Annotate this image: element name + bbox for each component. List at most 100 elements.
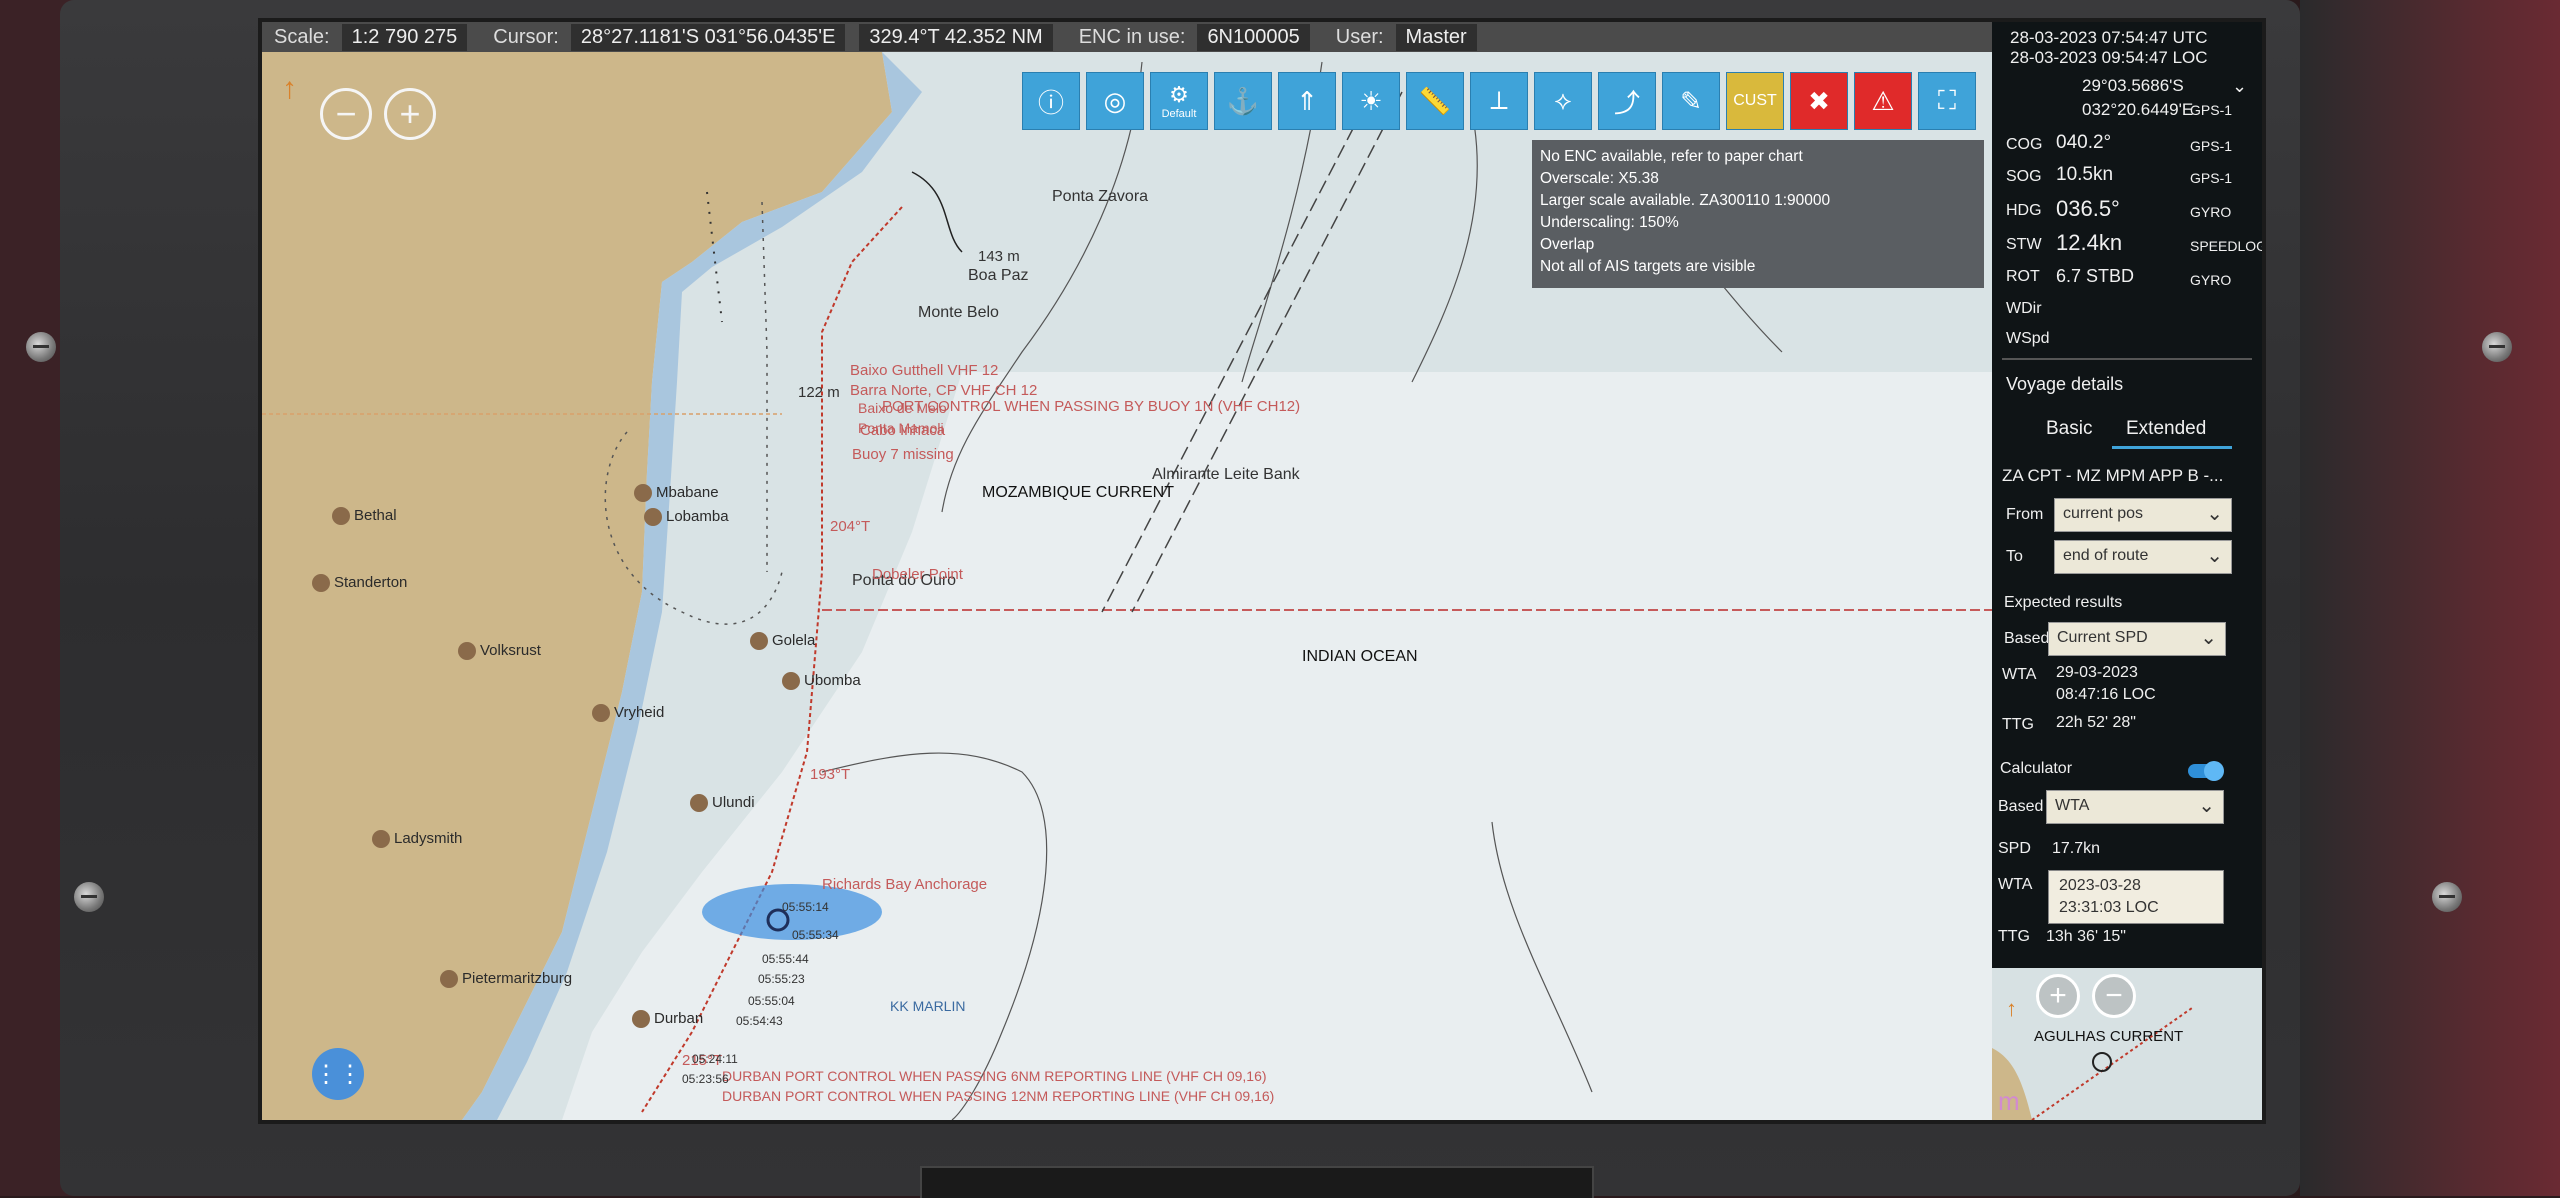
place-label: Richards Bay Anchorage bbox=[822, 876, 988, 893]
enc-label: ENC in use: bbox=[1078, 25, 1186, 48]
place-label: INDIAN OCEAN bbox=[1302, 648, 1418, 665]
chart-note: Buoy 7 missing bbox=[852, 446, 954, 463]
to-select[interactable]: end of route ⌄ bbox=[2054, 540, 2232, 574]
overview-minimap[interactable]: + − AGULHAS CURRENT m ↑ bbox=[1992, 968, 2262, 1120]
place-label: KK MARLIN bbox=[890, 998, 966, 1014]
track-time: 05:55:14 bbox=[782, 900, 829, 914]
minimap-current-label: AGULHAS CURRENT bbox=[2034, 1028, 2184, 1045]
wspd-label: WSpd bbox=[2006, 330, 2050, 347]
calc-based-on-select[interactable]: WTA ⌄ bbox=[2046, 790, 2224, 824]
message-line: No ENC available, refer to paper chart bbox=[1540, 148, 1803, 165]
hdg-label: HDG bbox=[2006, 202, 2042, 219]
to-value: end of route bbox=[2063, 547, 2149, 564]
defaults-button[interactable]: ⚙ Default bbox=[1150, 72, 1208, 130]
track-time: 05:24:11 bbox=[692, 1052, 738, 1066]
town-label: Durban bbox=[654, 1010, 704, 1027]
town-marker bbox=[332, 507, 350, 525]
track-time: 05:54:43 bbox=[736, 1014, 783, 1028]
message-line: Larger scale available. ZA300110 1:90000 bbox=[1540, 192, 1831, 209]
message-line: Overscale: X5.38 bbox=[1540, 170, 1659, 187]
divider bbox=[2002, 358, 2252, 360]
close-alarm-button[interactable]: ✖ bbox=[1790, 72, 1848, 130]
place-label: Monte Belo bbox=[918, 304, 999, 321]
screw-icon bbox=[2432, 882, 2462, 912]
voyage-title: Voyage details bbox=[2006, 374, 2124, 394]
warning-button[interactable]: ⚠ bbox=[1854, 72, 1912, 130]
radar-overlay-button[interactable]: ◎ bbox=[1086, 72, 1144, 130]
wdir-label: WDir bbox=[2006, 300, 2042, 317]
rot-source: GYRO bbox=[2190, 272, 2232, 288]
day-night-button[interactable]: ☀ bbox=[1342, 72, 1400, 130]
town-label: Standerton bbox=[334, 574, 408, 591]
town-label: Ubomba bbox=[804, 672, 861, 689]
screw-icon bbox=[2482, 332, 2512, 362]
town-marker bbox=[312, 574, 330, 592]
chart-note: Baixo Gutthell VHF 12 bbox=[850, 362, 999, 379]
calculator-label: Calculator bbox=[2000, 760, 2073, 777]
calculator-toggle[interactable] bbox=[2188, 761, 2224, 781]
zoom-out-button[interactable]: − bbox=[320, 88, 372, 140]
tab-basic[interactable]: Basic bbox=[2046, 418, 2092, 440]
town-marker bbox=[372, 830, 390, 848]
calc-ttg-label: TTG bbox=[1998, 928, 2030, 945]
chart-toolbar: ⓘ ◎ ⚙ Default ⚓ ⇑ ☀ 📏 ⟂ ⟡ ⤴ ✎ CUST ✖ ⚠ ⛶ bbox=[1022, 72, 1976, 134]
track-time: 05:55:04 bbox=[748, 994, 795, 1008]
compass-button[interactable]: ⟡ bbox=[1534, 72, 1592, 130]
wta-label: WTA bbox=[2002, 666, 2037, 683]
calc-wta-time: 23:31:03 LOC bbox=[2059, 899, 2159, 916]
cog-label: COG bbox=[2006, 136, 2043, 153]
ttg-label: TTG bbox=[2002, 716, 2034, 733]
fullscreen-button[interactable]: ⛶ bbox=[1918, 72, 1976, 130]
track-time: 05:23:56 bbox=[682, 1072, 729, 1086]
spd-label: SPD bbox=[1998, 840, 2031, 857]
town-label: Golela bbox=[772, 632, 816, 649]
info-button[interactable]: ⓘ bbox=[1022, 72, 1080, 130]
grid-menu-button[interactable]: ⋮⋮ bbox=[312, 1048, 364, 1100]
town-label: Ulundi bbox=[712, 794, 755, 811]
hdg-value: 036.5° bbox=[2056, 196, 2120, 221]
town-marker bbox=[458, 642, 476, 660]
chart-note: Baixo de Melo bbox=[858, 400, 947, 416]
place-label: MOZAMBIQUE CURRENT bbox=[982, 484, 1174, 501]
north-arrow-icon: ↑ bbox=[2006, 996, 2017, 1021]
north-up-button[interactable]: ⇑ bbox=[1278, 72, 1336, 130]
town-marker bbox=[632, 1010, 650, 1028]
tab-extended[interactable]: Extended bbox=[2126, 418, 2206, 440]
chevron-down-icon[interactable]: ⌄ bbox=[2232, 76, 2247, 97]
route-leg-label: 193°T bbox=[810, 766, 851, 783]
position-source: GPS-1 bbox=[2190, 102, 2233, 118]
wta-date: 29-03-2023 bbox=[2056, 664, 2138, 681]
town-label: Ladysmith bbox=[394, 830, 463, 847]
cog-source: GPS-1 bbox=[2190, 138, 2233, 154]
chart-note: DURBAN PORT CONTROL WHEN PASSING 6NM REP… bbox=[722, 1068, 1267, 1084]
zoom-in-button[interactable]: + bbox=[384, 88, 436, 140]
place-label: Almirante Leite Bank bbox=[1152, 466, 1300, 483]
town-label: Volksrust bbox=[480, 642, 541, 659]
north-arrow-icon: ↑ bbox=[282, 72, 297, 105]
cust-button[interactable]: CUST bbox=[1726, 72, 1784, 130]
user-value[interactable]: Master bbox=[1395, 23, 1477, 51]
minimap-zoom-in-button[interactable]: + bbox=[2036, 974, 2080, 1018]
scale-value: 1:2 790 275 bbox=[341, 23, 468, 51]
town-label: Vryheid bbox=[614, 704, 665, 721]
calc-wta-input[interactable]: 2023-03-28 23:31:03 LOC bbox=[2048, 870, 2224, 924]
minimap-corner-label: m bbox=[1998, 1086, 2020, 1116]
from-select[interactable]: current pos ⌄ bbox=[2054, 498, 2232, 532]
time-local: 28-03-2023 09:54:47 LOC bbox=[2010, 48, 2208, 67]
nautical-chart[interactable]: − + ↑ ⓘ ◎ ⚙ Default ⚓ ⇑ ☀ 📏 ⟂ ⟡ ⤴ ✎ CUST … bbox=[262, 52, 1992, 1120]
measure-button[interactable]: ⟂ bbox=[1470, 72, 1528, 130]
user-label: User: bbox=[1335, 25, 1384, 48]
route-tool-button[interactable]: ⤴ bbox=[1598, 72, 1656, 130]
town-label: Lobamba bbox=[666, 508, 729, 525]
hdg-source: GYRO bbox=[2190, 204, 2232, 220]
based-on-value: Current SPD bbox=[2057, 629, 2148, 646]
tab-indicator bbox=[2112, 446, 2232, 449]
chart-note: Barra Norte, CP VHF CH 12 bbox=[850, 382, 1038, 399]
ruler-button[interactable]: 📏 bbox=[1406, 72, 1464, 130]
pin-tool-button[interactable]: ✎ bbox=[1662, 72, 1720, 130]
anchor-button[interactable]: ⚓ bbox=[1214, 72, 1272, 130]
chart-note: DURBAN PORT CONTROL WHEN PASSING 12NM RE… bbox=[722, 1088, 1275, 1104]
chevron-down-icon: ⌄ bbox=[2200, 627, 2217, 649]
minimap-zoom-out-button[interactable]: − bbox=[2092, 974, 2136, 1018]
based-on-select[interactable]: Current SPD ⌄ bbox=[2048, 622, 2226, 656]
